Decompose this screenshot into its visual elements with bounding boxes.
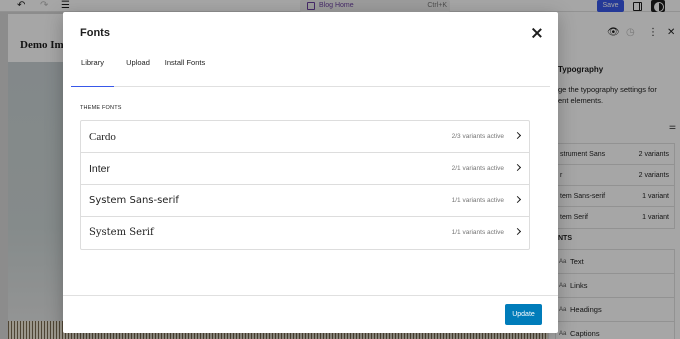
font-list: Cardo 2/3 variants active Inter 2/1 vari… — [80, 120, 530, 250]
section-label-theme-fonts: THEME FONTS — [80, 105, 122, 111]
update-button[interactable]: Update — [505, 304, 542, 325]
font-name: Cardo — [89, 131, 116, 143]
chevron-right-icon — [513, 227, 522, 236]
fonts-modal: Fonts Library Upload Install Fonts THEME… — [63, 12, 558, 333]
font-row-cardo[interactable]: Cardo 2/3 variants active — [81, 121, 529, 153]
chevron-right-icon — [513, 131, 522, 140]
font-name: System Sans-serif — [89, 195, 179, 206]
font-name: System Serif — [89, 227, 154, 238]
close-icon[interactable] — [529, 25, 545, 41]
font-row-system-sans-serif[interactable]: System Sans-serif 1/1 variants active — [81, 185, 529, 217]
font-variants-count: 1/1 variants active — [451, 197, 504, 204]
chevron-right-icon — [513, 195, 522, 204]
modal-footer — [63, 295, 558, 333]
font-variants-count: 2/1 variants active — [451, 165, 504, 172]
font-variants-count: 1/1 variants active — [451, 229, 504, 236]
tab-library[interactable]: Library — [71, 52, 114, 87]
font-variants-count: 2/3 variants active — [451, 133, 504, 140]
modal-tabs: Library Upload Install Fonts — [71, 52, 550, 87]
chevron-right-icon — [513, 163, 522, 172]
tab-install-fonts[interactable]: Install Fonts — [161, 52, 209, 87]
font-row-inter[interactable]: Inter 2/1 variants active — [81, 153, 529, 185]
font-name: Inter — [89, 163, 111, 175]
modal-title: Fonts — [80, 27, 110, 39]
tab-upload[interactable]: Upload — [118, 52, 158, 87]
font-row-system-serif[interactable]: System Serif 1/1 variants active — [81, 217, 529, 249]
